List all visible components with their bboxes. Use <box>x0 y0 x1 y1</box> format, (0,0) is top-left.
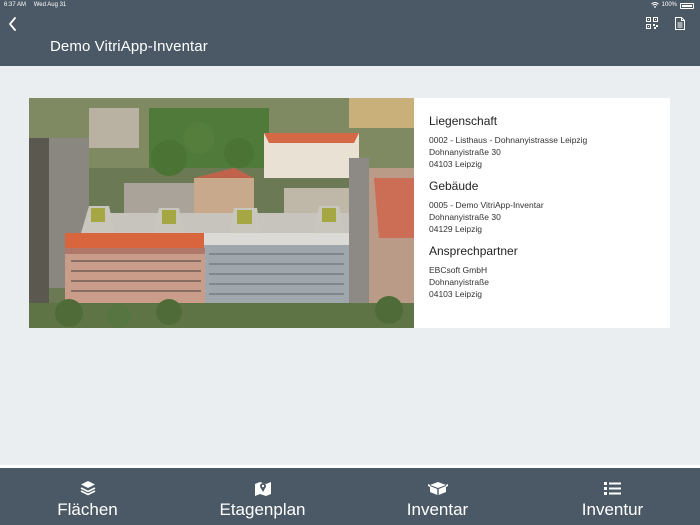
boxes-icon <box>427 482 448 495</box>
status-left: 6:37 AM Wed Aug 31 <box>4 0 72 10</box>
contact-section: Ansprechpartner EBCsoft GmbH Dohnanyistr… <box>429 244 587 300</box>
building-city: 04129 Leipzig <box>429 224 482 234</box>
contact-company: EBCsoft GmbH <box>429 265 488 275</box>
location-card: Liegenschaft 0002 - Listhaus - Dohnanyis… <box>29 98 670 328</box>
back-icon <box>8 17 16 31</box>
battery-percent: 100% <box>661 2 677 8</box>
app-header: 6:37 AM Wed Aug 31 100% Demo VitriApp-In… <box>0 0 700 66</box>
building-photo <box>29 98 414 328</box>
status-time: 6:37 AM <box>4 2 27 8</box>
property-heading: Liegenschaft <box>429 114 498 128</box>
building-heading: Gebäude <box>429 179 479 193</box>
qr-code-icon <box>646 17 658 29</box>
status-right: 100% <box>650 0 694 10</box>
qr-scan-button[interactable] <box>645 16 659 30</box>
wifi-icon <box>650 2 659 8</box>
contact-street: Dohnanyistraße <box>429 277 490 287</box>
document-button[interactable] <box>673 16 687 30</box>
status-date: Wed Aug 31 <box>33 2 67 8</box>
property-name: 0002 - Listhaus - Dohnanyistrasse Leipzi… <box>429 135 588 145</box>
tab-flaechen-label: Flächen <box>57 500 118 519</box>
map-icon <box>254 482 271 496</box>
layers-icon <box>80 481 95 496</box>
bottom-tab-bar: Flächen Etagenplan Inventar Inventur <box>0 465 700 525</box>
property-street: Dohnanyistraße 30 <box>429 147 501 157</box>
building-street: Dohnanyistraße 30 <box>429 212 501 222</box>
tab-inventur[interactable]: Inventur <box>525 468 700 525</box>
page-title: Demo VitriApp-Inventar <box>50 38 208 55</box>
aerial-city-image <box>29 98 414 328</box>
status-bar: 6:37 AM Wed Aug 31 100% <box>0 0 700 10</box>
contact-city: 04103 Leipzig <box>429 289 482 299</box>
tab-flaechen[interactable]: Flächen <box>0 468 175 525</box>
document-icon <box>675 16 685 30</box>
tab-etagenplan-label: Etagenplan <box>219 500 306 519</box>
building-section: Gebäude 0005 - Demo VitriApp-Inventar Do… <box>429 179 587 235</box>
battery-icon <box>680 2 694 9</box>
tab-inventar-label: Inventar <box>406 500 469 519</box>
tab-etagenplan[interactable]: Etagenplan <box>175 468 350 525</box>
back-button[interactable] <box>4 14 20 34</box>
tab-inventar[interactable]: Inventar <box>350 468 525 525</box>
list-icon <box>604 481 621 495</box>
tab-inventur-label: Inventur <box>581 500 644 519</box>
location-info: Liegenschaft 0002 - Listhaus - Dohnanyis… <box>414 98 587 328</box>
property-section: Liegenschaft 0002 - Listhaus - Dohnanyis… <box>429 114 587 170</box>
property-city: 04103 Leipzig <box>429 159 482 169</box>
building-name: 0005 - Demo VitriApp-Inventar <box>429 200 544 210</box>
contact-heading: Ansprechpartner <box>429 244 518 258</box>
